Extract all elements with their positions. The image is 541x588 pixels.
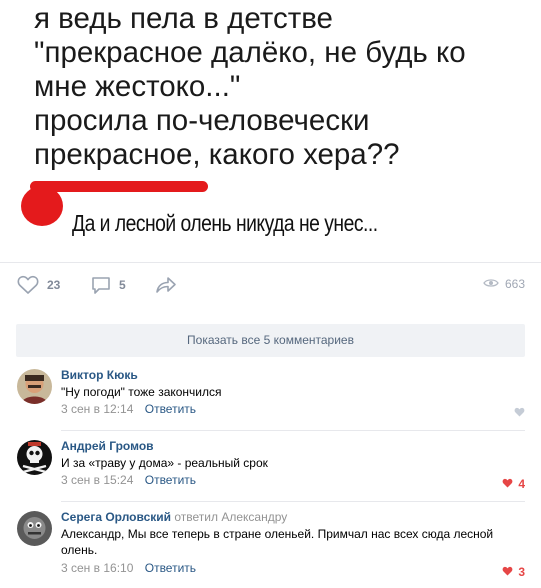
red-dot-mark (21, 186, 63, 226)
red-underline-stroke (30, 181, 208, 192)
comment-likes-count: 4 (518, 477, 525, 491)
reply-link[interactable]: Ответить (145, 561, 196, 575)
views-count: 663 (504, 277, 525, 291)
comment-bubble-icon (91, 275, 111, 295)
comment-meta: 3 сен в 16:10 Ответить (61, 561, 525, 576)
share-button[interactable] (155, 275, 177, 295)
reply-link[interactable]: Ответить (145, 473, 196, 487)
heart-icon (502, 565, 513, 579)
meme-handwritten-reply: Да и лесной олень никуда не унес... (72, 210, 378, 236)
comment-author[interactable]: Виктор Кюкь (61, 368, 525, 383)
comment-button[interactable]: 5 (91, 275, 126, 295)
comment-like-button[interactable]: 4 (502, 477, 525, 491)
comments-count: 5 (119, 278, 126, 292)
comment-item: Серега Орловский ответил Александру Алек… (0, 508, 541, 588)
comment-author[interactable]: Серега Орловский ответил Александру (61, 510, 525, 525)
views-counter: 663 (483, 277, 525, 291)
comment-likes-count: 3 (518, 565, 525, 579)
avatar[interactable] (17, 511, 52, 546)
comment-body: Виктор Кюкь "Ну погоди" тоже закончился … (61, 368, 525, 417)
meme-main-text: я ведь пела в детстве "прекрасное далёко… (34, 2, 466, 171)
likes-count: 23 (47, 278, 61, 292)
show-all-comments-button[interactable]: Показать все 5 комментариев (16, 324, 525, 357)
comment-text: "Ну погоди" тоже закончился (61, 385, 222, 399)
like-button[interactable]: 23 (17, 275, 60, 295)
comment-like-button[interactable] (514, 406, 525, 420)
comment-text: Александр, Мы все теперь в стране оленье… (61, 527, 494, 557)
heart-icon (502, 477, 513, 491)
heart-icon (514, 406, 525, 420)
heart-outline-icon (17, 275, 39, 295)
comment-item: Андрей Громов И за «траву у дома» - реал… (0, 437, 541, 501)
share-arrow-icon (155, 275, 177, 295)
eye-icon (483, 277, 499, 291)
comment-body: Андрей Громов И за «траву у дома» - реал… (61, 439, 525, 488)
comment-divider (61, 430, 525, 431)
comment-author[interactable]: Андрей Громов (61, 439, 525, 454)
comment-meta: 3 сен в 15:24 Ответить (61, 473, 525, 488)
post-actions-bar: 23 5 663 (0, 262, 541, 307)
reply-link[interactable]: Ответить (145, 402, 196, 416)
avatar[interactable] (17, 369, 52, 404)
comment-time[interactable]: 3 сен в 12:14 (61, 402, 133, 416)
comment-meta: 3 сен в 12:14 Ответить (61, 402, 525, 417)
meme-image: я ведь пела в детстве "прекрасное далёко… (0, 0, 541, 255)
comment-time[interactable]: 3 сен в 16:10 (61, 561, 133, 575)
comment-item: Виктор Кюкь "Ну погоди" тоже закончился … (0, 366, 541, 430)
comment-divider (61, 501, 525, 502)
reply-to-label[interactable]: ответил Александру (174, 510, 287, 524)
comment-time[interactable]: 3 сен в 15:24 (61, 473, 133, 487)
avatar[interactable] (17, 440, 52, 475)
comment-like-button[interactable]: 3 (502, 565, 525, 579)
comment-text: И за «траву у дома» - реальный срок (61, 456, 268, 470)
comment-body: Серега Орловский ответил Александру Алек… (61, 510, 525, 576)
